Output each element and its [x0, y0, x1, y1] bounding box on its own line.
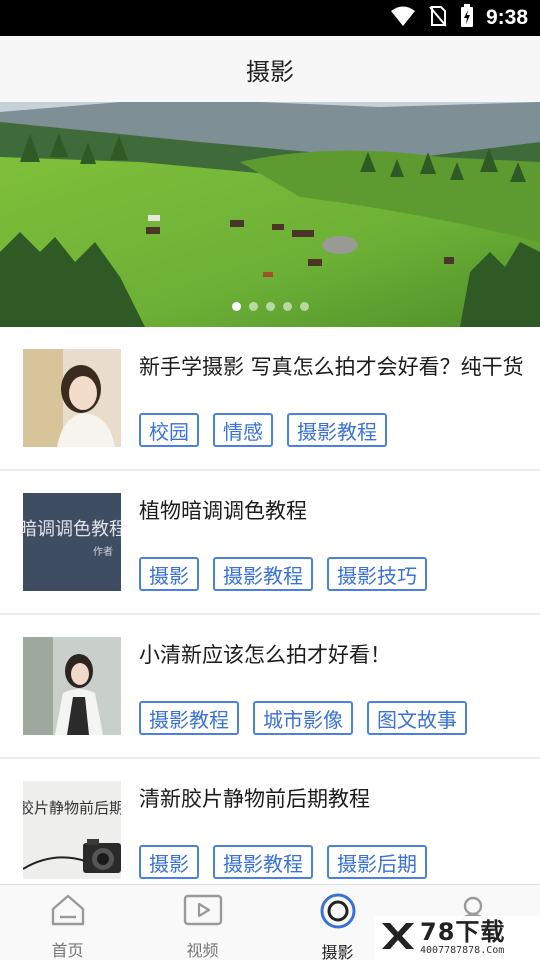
tab-label: 首页	[51, 941, 84, 960]
tag-chip[interactable]: 图文故事	[367, 701, 467, 735]
carousel-dot[interactable]	[265, 302, 275, 311]
watermark-brand: 78下载	[420, 918, 506, 946]
no-sim-icon	[428, 5, 448, 31]
thumbnail-caption: 胶片静物前后期	[23, 799, 121, 817]
banner-image	[0, 102, 540, 327]
carousel-dot[interactable]	[282, 302, 292, 311]
article-thumbnail: 暗调调色教程 作者	[23, 493, 121, 591]
watermark-phone: 4007787878.Com	[420, 945, 505, 956]
article-list: 新手学摄影 写真怎么拍才会好看？纯干货 校园 情感 摄影教程 暗调调色教程 作者…	[0, 327, 540, 903]
watermark: 78下载 4007787878.Com	[374, 916, 540, 960]
carousel-dot[interactable]	[299, 302, 309, 311]
wifi-icon	[390, 5, 416, 31]
tag-group: 校园 情感 摄影教程	[139, 413, 387, 447]
tag-group: 摄影 摄影教程 摄影技巧	[139, 557, 427, 591]
tag-chip[interactable]: 摄影技巧	[327, 557, 427, 591]
status-bar: 9:38	[0, 0, 540, 36]
tag-chip[interactable]: 摄影教程	[287, 413, 387, 447]
article-item[interactable]: 新手学摄影 写真怎么拍才会好看？纯干货 校园 情感 摄影教程	[0, 327, 540, 471]
banner-carousel[interactable]	[0, 102, 540, 327]
tab-label: 视频	[186, 941, 219, 960]
tag-chip[interactable]: 摄影	[139, 557, 199, 591]
status-time: 9:38	[485, 6, 528, 29]
battery-charging-icon	[460, 4, 474, 32]
tag-group: 摄影教程 城市影像 图文故事	[139, 701, 467, 735]
status-icons: 9:38	[390, 0, 528, 36]
video-icon	[183, 893, 223, 927]
carousel-dot[interactable]	[231, 302, 241, 311]
tab-video[interactable]: 视频	[135, 885, 270, 960]
article-title: 植物暗调调色教程	[139, 499, 307, 523]
article-item[interactable]: 胶片静物前后期 清新胶片静物前后期教程 摄影 摄影教程 摄影后期	[0, 759, 540, 903]
article-thumbnail	[23, 349, 121, 447]
carousel-dots	[0, 302, 540, 311]
thumbnail-caption: 暗调调色教程	[23, 519, 121, 540]
thumbnail-subcaption: 作者	[93, 546, 113, 558]
tag-chip[interactable]: 摄影教程	[213, 845, 313, 879]
watermark-logo-icon	[378, 919, 416, 957]
camera-ring-icon	[319, 893, 357, 929]
title-bar: 摄影	[0, 36, 540, 102]
article-thumbnail: 胶片静物前后期	[23, 781, 121, 879]
page-title: 摄影	[246, 57, 294, 86]
article-thumbnail	[23, 637, 121, 735]
tag-chip[interactable]: 情感	[213, 413, 273, 447]
tag-chip[interactable]: 摄影后期	[327, 845, 427, 879]
carousel-dot[interactable]	[248, 302, 258, 311]
tag-chip[interactable]: 城市影像	[253, 701, 353, 735]
article-item[interactable]: 暗调调色教程 作者 植物暗调调色教程 摄影 摄影教程 摄影技巧	[0, 471, 540, 615]
tag-chip[interactable]: 摄影教程	[213, 557, 313, 591]
tag-group: 摄影 摄影教程 摄影后期	[139, 845, 427, 879]
tag-chip[interactable]: 摄影	[139, 845, 199, 879]
article-title: 小清新应该怎么拍才好看！	[139, 643, 391, 667]
tab-home[interactable]: 首页	[0, 885, 135, 960]
article-title: 新手学摄影 写真怎么拍才会好看？纯干货	[139, 355, 524, 379]
article-item[interactable]: 小清新应该怎么拍才好看！ 摄影教程 城市影像 图文故事	[0, 615, 540, 759]
article-title: 清新胶片静物前后期教程	[139, 787, 370, 811]
tab-label: 摄影	[321, 943, 354, 960]
tag-chip[interactable]: 摄影教程	[139, 701, 239, 735]
tag-chip[interactable]: 校园	[139, 413, 199, 447]
home-icon	[50, 893, 86, 927]
